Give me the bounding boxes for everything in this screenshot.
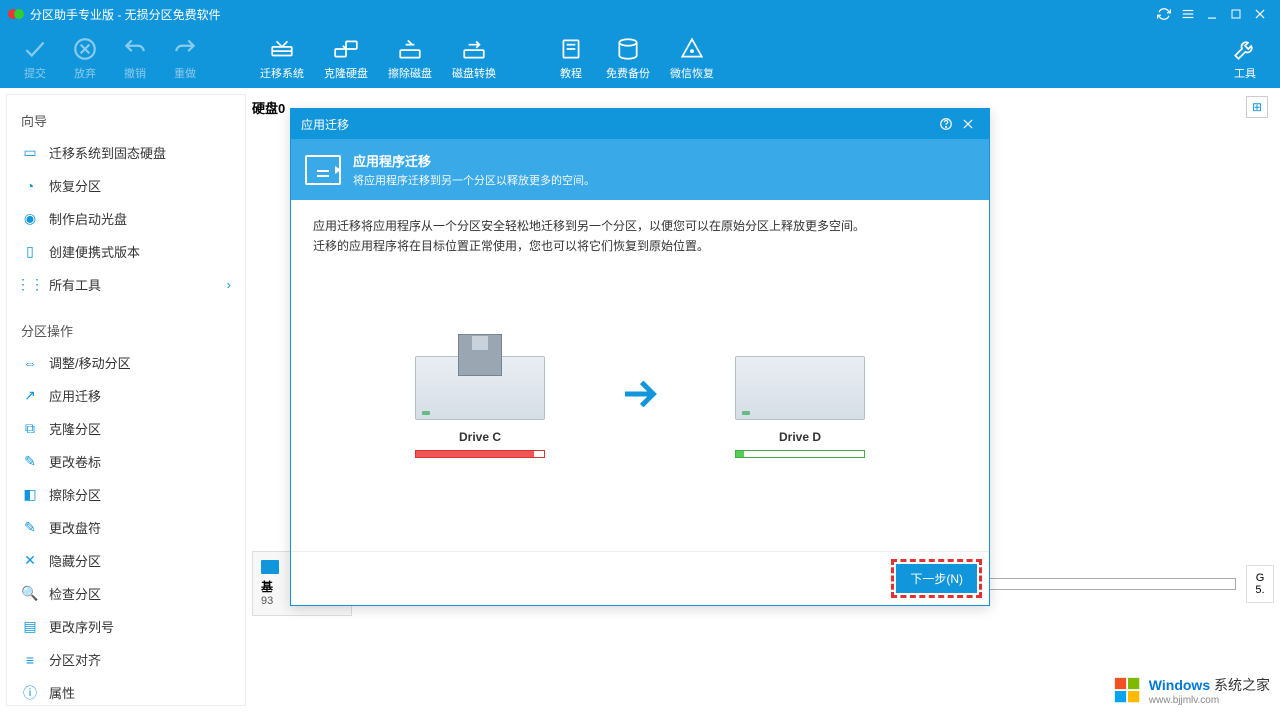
ssd-icon: ▭: [21, 144, 39, 162]
title-bar: 分区助手专业版 - 无损分区免费软件: [0, 0, 1280, 28]
sidebar-section-ops: 分区操作: [7, 315, 245, 346]
drive-c-bar: [415, 450, 545, 458]
discard-button[interactable]: 放弃: [60, 31, 110, 85]
menu-icon[interactable]: [1176, 2, 1200, 26]
sidebar-section-wizard: 向导: [7, 105, 245, 136]
drive-c: Drive C: [415, 334, 545, 458]
migrate-os-button[interactable]: 迁移系统: [250, 31, 314, 85]
grid-icon: ⋮⋮: [21, 276, 39, 294]
wipe-icon: ◧: [21, 486, 39, 504]
wechat-recover-button[interactable]: 微信恢复: [660, 31, 724, 85]
dialog-title: 应用迁移: [301, 116, 349, 133]
serial-icon: ▤: [21, 618, 39, 636]
dialog-body: 应用迁移将应用程序从一个分区安全轻松地迁移到另一个分区，以便您可以在原始分区上释…: [291, 200, 989, 551]
book-icon: [557, 35, 585, 63]
watermark: Windows 系统之家 www.bjjmlv.com: [1113, 675, 1270, 706]
tutorial-button[interactable]: 教程: [546, 31, 596, 85]
dialog-desc: 应用迁移将应用程序从一个分区安全轻松地迁移到另一个分区，以便您可以在原始分区上释…: [313, 216, 967, 257]
sidebar-item-clone-partition[interactable]: ⧉克隆分区: [7, 412, 245, 445]
sidebar-item-check-partition[interactable]: 🔍检查分区: [7, 577, 245, 610]
info-icon: ⓘ: [21, 684, 39, 702]
resize-icon: ⇔: [21, 354, 39, 372]
main-toolbar: 提交 放弃 撤销 重做 迁移系统 克隆硬盘 擦除磁盘 磁盘转换 教程 免费备份 …: [0, 28, 1280, 88]
sidebar-item-migrate-ssd[interactable]: ▭迁移系统到固态硬盘: [7, 136, 245, 169]
clone-disk-button[interactable]: 克隆硬盘: [314, 31, 378, 85]
dialog-titlebar: 应用迁移: [291, 109, 989, 139]
dialog-header-title: 应用程序迁移: [353, 151, 595, 170]
wechat-icon: [678, 35, 706, 63]
app-migrate-dialog: 应用迁移 应用程序迁移 将应用程序迁移到另一个分区以释放更多的空间。 应用迁移将…: [290, 108, 990, 606]
redo-button[interactable]: 重做: [160, 31, 210, 85]
package-icon: [458, 334, 502, 376]
sidebar-item-recover-partition[interactable]: ◔恢复分区: [7, 169, 245, 202]
sidebar-item-hide-partition[interactable]: ✕隐藏分区: [7, 544, 245, 577]
refresh-icon[interactable]: [1152, 2, 1176, 26]
search-icon: 🔍: [21, 585, 39, 603]
dialog-header-sub: 将应用程序迁移到另一个分区以释放更多的空间。: [353, 172, 595, 188]
migrate-icon: ↗: [21, 387, 39, 405]
next-button[interactable]: 下一步(N): [896, 564, 977, 593]
dialog-footer: 下一步(N): [291, 551, 989, 605]
label-icon: ✎: [21, 453, 39, 471]
help-icon[interactable]: [935, 113, 957, 135]
letter-icon: ✎: [21, 519, 39, 537]
align-icon: ≡: [21, 651, 39, 669]
disc-icon: ◉: [21, 210, 39, 228]
sidebar-item-properties[interactable]: ⓘ属性: [7, 676, 245, 709]
sidebar-item-change-label[interactable]: ✎更改卷标: [7, 445, 245, 478]
folder-arrow-icon: [305, 155, 341, 185]
app-logo-icon: [8, 6, 24, 22]
sidebar-item-change-serial[interactable]: ▤更改序列号: [7, 610, 245, 643]
partition-title: 基: [261, 578, 273, 595]
sidebar: 向导 ▭迁移系统到固态硬盘 ◔恢复分区 ◉制作启动光盘 ▯创建便携式版本 ⋮⋮所…: [6, 94, 246, 706]
sidebar-item-wipe-partition[interactable]: ◧擦除分区: [7, 478, 245, 511]
partition-icon: [261, 560, 279, 574]
undo-button[interactable]: 撤销: [110, 31, 160, 85]
commit-button[interactable]: 提交: [10, 31, 60, 85]
backup-icon: [614, 35, 642, 63]
pie-icon: ◔: [21, 177, 39, 195]
sidebar-item-make-boot-disc[interactable]: ◉制作启动光盘: [7, 202, 245, 235]
sidebar-item-app-migrate[interactable]: ↗应用迁移: [7, 379, 245, 412]
hide-icon: ✕: [21, 552, 39, 570]
undo-icon: [121, 35, 149, 63]
wrench-icon: [1231, 35, 1259, 63]
sidebar-item-resize-move[interactable]: ⇔调整/移动分区: [7, 346, 245, 379]
clone-partition-icon: ⧉: [21, 420, 39, 438]
wipe-disk-button[interactable]: 擦除磁盘: [378, 31, 442, 85]
close-icon[interactable]: [1248, 2, 1272, 26]
chevron-right-icon: ›: [227, 277, 231, 292]
clone-icon: [332, 35, 360, 63]
sidebar-item-create-portable[interactable]: ▯创建便携式版本: [7, 235, 245, 268]
sidebar-item-change-letter[interactable]: ✎更改盘符: [7, 511, 245, 544]
view-toggle-button[interactable]: ⊞: [1246, 96, 1268, 118]
minimize-icon[interactable]: [1200, 2, 1224, 26]
convert-disk-button[interactable]: 磁盘转换: [442, 31, 506, 85]
windows-logo-icon: [1113, 676, 1143, 706]
partition-g-card[interactable]: G 5.: [1246, 565, 1274, 603]
drive-d-bar: [735, 450, 865, 458]
usb-icon: ▯: [21, 243, 39, 261]
tools-button[interactable]: 工具: [1220, 31, 1270, 85]
check-icon: [21, 35, 49, 63]
convert-icon: [460, 35, 488, 63]
redo-icon: [171, 35, 199, 63]
drive-d: Drive D: [735, 334, 865, 458]
sidebar-item-align-partition[interactable]: ≡分区对齐: [7, 643, 245, 676]
partition-size: 93: [261, 595, 273, 607]
dialog-header: 应用程序迁移 将应用程序迁移到另一个分区以释放更多的空间。: [291, 139, 989, 200]
hdd-icon: [268, 35, 296, 63]
app-title: 分区助手专业版 - 无损分区免费软件: [30, 6, 221, 23]
sidebar-item-all-tools[interactable]: ⋮⋮所有工具›: [7, 268, 245, 301]
free-backup-button[interactable]: 免费备份: [596, 31, 660, 85]
maximize-icon[interactable]: [1224, 2, 1248, 26]
eraser-icon: [396, 35, 424, 63]
dialog-close-icon[interactable]: [957, 113, 979, 135]
arrow-right-icon: [615, 374, 665, 417]
drives-illustration: Drive C Drive D: [313, 257, 967, 535]
cancel-icon: [71, 35, 99, 63]
